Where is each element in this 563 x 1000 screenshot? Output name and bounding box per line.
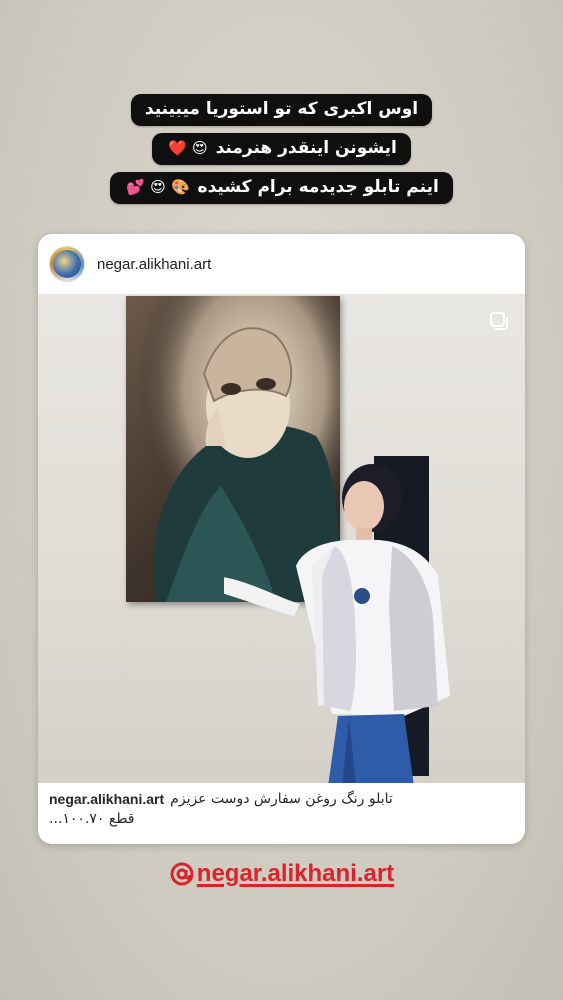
story-caption-2: ایشونن اینقدر هنرمند 😍 ❤️ — [152, 133, 411, 165]
at-sign-icon — [170, 862, 194, 886]
caption-text: تابلو رنگ روغن سفارش دوست عزیزم — [170, 791, 393, 807]
shared-post-card[interactable]: negar.alikhani.art negar.alikhani.art تا… — [38, 234, 525, 844]
story-caption-2-text: ایشونن اینقدر هنرمند — [215, 138, 397, 158]
caption-username[interactable]: negar.alikhani.art — [49, 789, 164, 809]
post-caption[interactable]: negar.alikhani.art تابلو رنگ روغن سفارش … — [38, 783, 525, 829]
post-header[interactable]: negar.alikhani.art — [38, 234, 525, 294]
mention-sticker-wrap: negar.alikhani.art — [0, 860, 563, 888]
story-caption-1-text: اوس اکبری که تو استوریا میبینید — [144, 99, 419, 119]
artist-photo — [214, 456, 464, 783]
avatar[interactable] — [49, 246, 85, 282]
multiple-images-icon — [490, 312, 508, 330]
mention-handle[interactable]: negar.alikhani.art — [197, 860, 394, 888]
post-image[interactable] — [38, 294, 525, 783]
story-caption-1: اوس اکبری که تو استوریا میبینید — [130, 94, 433, 126]
story-caption-3: اینم تابلو جدیدمه برام کشیده 🎨 😍 💕 — [110, 172, 453, 204]
story-caption-3-text: اینم تابلو جدیدمه برام کشیده — [197, 177, 439, 197]
mention-sticker[interactable]: negar.alikhani.art — [169, 860, 394, 888]
post-username[interactable]: negar.alikhani.art — [97, 256, 211, 273]
caption-more-text: قطع ۱۰۰.۷۰... — [49, 811, 135, 827]
story-caption-3-emoji: 🎨 😍 💕 — [126, 178, 190, 196]
story-caption-2-emoji: 😍 ❤️ — [168, 139, 208, 157]
story-caption-stack: اوس اکبری که تو استوریا میبینید ایشونن ا… — [0, 94, 563, 204]
